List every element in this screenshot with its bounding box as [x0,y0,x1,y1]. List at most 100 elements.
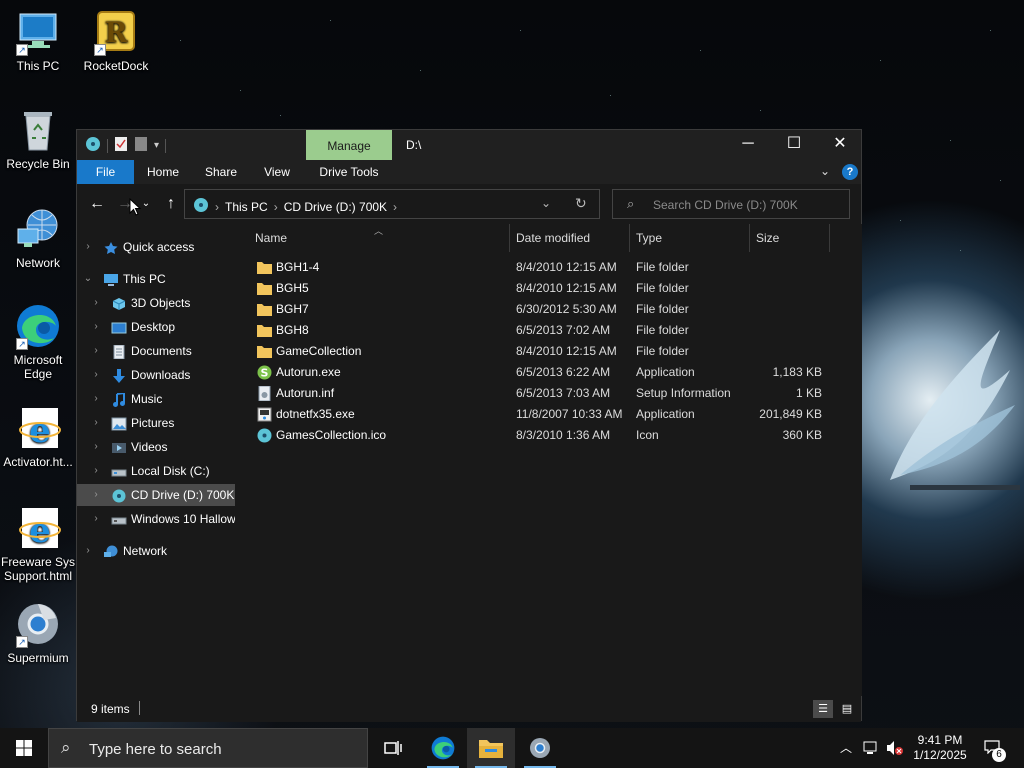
breadcrumb-cd-drive[interactable]: CD Drive (D:) 700K [284,200,387,214]
file-date: 6/5/2013 7:03 AM [516,386,611,400]
taskbar-file-explorer-button[interactable] [467,728,515,768]
tab-view[interactable]: View [253,160,301,184]
properties-icon[interactable] [114,136,128,155]
sidebar-item-cd-drive-d[interactable]: › CD Drive (D:) 700K [77,484,235,506]
sidebar-item-label: Network [123,544,168,558]
expand-chevron-icon[interactable]: › [91,508,101,530]
new-folder-icon[interactable] [134,136,148,155]
desktop-icon-supermium[interactable]: ↗ Supermium [0,600,76,665]
desktop-icon-this-pc[interactable]: ↗ This PC [0,8,76,73]
address-dropdown-chevron-icon[interactable]: ⌄ [541,196,551,210]
expand-chevron-icon[interactable]: › [91,340,101,362]
expand-chevron-icon[interactable]: › [83,236,93,258]
file-size: 360 KB [782,428,822,442]
collapse-chevron-icon[interactable]: ⌄ [83,268,93,290]
sidebar-item-desktop[interactable]: › Desktop [77,316,235,338]
file-row[interactable]: BGH1-4 8/4/2010 12:15 AM File folder [247,257,827,278]
network-status-icon[interactable] [862,728,880,768]
search-icon: ⌕ [627,196,635,211]
file-row[interactable]: dotnetfx35.exe 11/8/2007 10:33 AM Applic… [247,404,827,425]
navigation-pane: › Quick access ⌄ This PC › 3D Objects › … [77,224,235,696]
help-icon[interactable]: ? [842,164,858,180]
sidebar-item-music[interactable]: › Music [77,388,235,410]
sidebar-item-3d-objects[interactable]: › 3D Objects [77,292,235,314]
desktop-icon-activator[interactable]: e Activator.ht... [0,404,76,469]
column-header-type[interactable]: Type [630,224,750,252]
sidebar-item-local-disk-c[interactable]: › Local Disk (C:) [77,460,235,482]
desktop-icon-freeware-sys-support[interactable]: e Freeware Sys Support.html [0,504,76,583]
search-input[interactable]: ⌕ Search CD Drive (D:) 700K [612,189,850,219]
network-icon [103,544,119,558]
expand-ribbon-chevron-icon[interactable]: ⌄ [820,164,830,178]
task-view-icon [384,741,402,755]
up-arrow-icon[interactable]: ↑ [159,192,183,216]
taskbar-search-box[interactable]: ⌕ Type here to search [48,728,368,768]
tab-share[interactable]: Share [197,160,245,184]
taskbar-supermium-button[interactable] [516,728,564,768]
sidebar-item-this-pc[interactable]: ⌄ This PC [77,268,235,290]
refresh-icon[interactable]: ↻ [575,195,587,212]
expand-chevron-icon[interactable]: › [91,364,101,386]
desktop-icon-recycle-bin[interactable]: Recycle Bin [0,106,76,171]
column-header-date-modified[interactable]: Date modified [510,224,630,252]
expand-chevron-icon[interactable]: › [91,388,101,410]
file-row[interactable]: BGH5 8/4/2010 12:15 AM File folder [247,278,827,299]
file-date: 6/5/2013 6:22 AM [516,365,611,379]
sidebar-item-documents[interactable]: › Documents [77,340,235,362]
file-row[interactable]: Autorun.inf 6/5/2013 7:03 AM Setup Infor… [247,383,827,404]
sidebar-item-label: Music [131,392,163,406]
expand-chevron-icon[interactable]: › [91,412,101,434]
desktop-icon-network[interactable]: Network [0,205,76,270]
expand-chevron-icon[interactable]: › [91,460,101,482]
expand-chevron-icon[interactable]: › [91,436,101,458]
close-button[interactable]: ✕ [817,130,863,160]
angel-wings-graphic [890,330,1020,490]
task-view-button[interactable] [368,728,416,768]
tab-drive-tools[interactable]: Drive Tools [312,160,386,184]
sidebar-item-videos[interactable]: › Videos [77,436,235,458]
desktop-icon-rocketdock[interactable]: R ↗ RocketDock [78,8,154,73]
file-row[interactable]: BGH7 6/30/2012 5:30 AM File folder [247,299,827,320]
address-bar[interactable]: › This PC › CD Drive (D:) 700K › ⌄ ↻ [184,189,600,219]
file-row[interactable]: S Autorun.exe 6/5/2013 6:22 AM Applicati… [247,362,827,383]
tab-manage[interactable]: Manage [306,130,392,160]
start-button[interactable] [0,728,48,768]
taskbar-edge-button[interactable] [419,728,467,768]
desktop-icon-microsoft-edge[interactable]: ↗ Microsoft Edge [0,302,76,381]
breadcrumb-this-pc[interactable]: This PC [225,200,268,214]
desktop-icon-label: Activator.ht... [3,455,73,469]
column-header-name[interactable]: Name [249,224,510,252]
column-header-size[interactable]: Size [750,224,830,252]
expand-chevron-icon[interactable]: › [91,484,101,506]
show-hidden-icons-chevron-icon[interactable]: ︿ [838,728,854,768]
minimize-button[interactable]: ─ [725,130,771,160]
file-row[interactable]: GamesCollection.ico 8/3/2010 1:36 AM Ico… [247,425,827,446]
tab-home[interactable]: Home [139,160,187,184]
sidebar-item-downloads[interactable]: › Downloads [77,364,235,386]
large-icons-view-icon[interactable]: ▤ [837,700,857,718]
file-row[interactable]: BGH8 6/5/2013 7:02 AM File folder [247,320,827,341]
expand-chevron-icon[interactable]: › [91,292,101,314]
action-center-button[interactable]: 6 [978,728,1012,768]
expand-chevron-icon[interactable]: › [83,540,93,562]
details-view-icon[interactable]: ☰ [813,700,833,718]
file-name: GameCollection [276,344,362,358]
breadcrumb: › This PC › CD Drive (D:) 700K › [193,197,397,216]
back-arrow-icon[interactable]: ← [85,192,109,216]
file-row[interactable]: GameCollection 8/4/2010 12:15 AM File fo… [247,341,827,362]
setup-file-icon [257,385,271,402]
sidebar-item-pictures[interactable]: › Pictures [77,412,235,434]
videos-icon [111,440,127,454]
recent-locations-chevron-icon[interactable]: ⌄ [139,192,153,216]
tab-file[interactable]: File [77,160,134,184]
clock[interactable]: 9:41 PM 1/12/2025 [908,728,972,768]
expand-chevron-icon[interactable]: › [91,316,101,338]
volume-muted-icon[interactable] [884,728,906,768]
sidebar-item-network[interactable]: › Network [77,540,235,562]
svg-text:S: S [261,367,269,380]
customize-toolbar-chevron-icon[interactable]: ▾ [154,140,159,151]
sidebar-item-quick-access[interactable]: › Quick access [77,236,235,258]
sidebar-item-windows-10-hallow[interactable]: › Windows 10 Hallow [77,508,235,530]
file-type: File folder [636,260,689,274]
maximize-button[interactable]: ☐ [771,130,817,160]
